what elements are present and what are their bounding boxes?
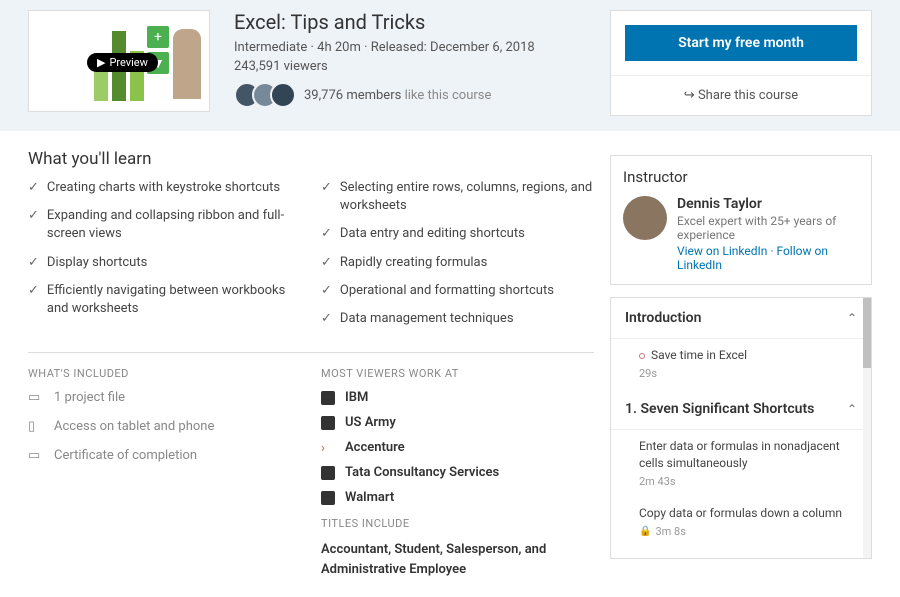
likes-row[interactable]: 39,776 members like this course: [234, 82, 594, 108]
included-label: WHAT'S INCLUDED: [28, 367, 301, 380]
toc-item[interactable]: Copy data or formulas down a column🔒 3m …: [611, 497, 871, 547]
company-item: Walmart: [321, 490, 594, 505]
avatar: [270, 82, 296, 108]
company-icon: [321, 391, 335, 405]
course-meta-line: Intermediate · 4h 20m · Released: Decemb…: [234, 40, 594, 55]
titles-text: Accountant, Student, Salesperson, and Ad…: [321, 540, 594, 579]
company-item: IBM: [321, 390, 594, 405]
included-icon: ▭: [28, 390, 44, 405]
course-thumbnail[interactable]: + ▼ ▶ Preview: [28, 10, 210, 112]
company-item: Tata Consultancy Services: [321, 465, 594, 480]
share-course-button[interactable]: ↪ Share this course: [611, 75, 871, 115]
learn-item: ✓Selecting entire rows, columns, regions…: [321, 179, 594, 215]
instructor-name[interactable]: Dennis Taylor: [677, 196, 859, 212]
learn-item: ✓Display shortcuts: [28, 254, 301, 272]
lock-icon: 🔒: [639, 525, 651, 539]
included-item: ▯Access on tablet and phone: [28, 419, 301, 434]
toc-item[interactable]: Instantly enter today's date or time🔒 3m…: [611, 547, 871, 558]
viewers-work-label: MOST VIEWERS WORK AT: [321, 367, 594, 380]
learn-item: ✓Rapidly creating formulas: [321, 254, 594, 272]
instructor-box: Instructor Dennis Taylor Excel expert wi…: [610, 155, 872, 285]
cta-box: Start my free month ↪ Share this course: [610, 10, 872, 116]
play-icon: ▶: [97, 56, 105, 69]
company-icon: ›: [321, 441, 335, 455]
instructor-label: Instructor: [623, 168, 859, 186]
company-item: ›Accenture: [321, 440, 594, 455]
company-item: US Army: [321, 415, 594, 430]
toc-box: Introduction⌃Save time in Excel29s1. Sev…: [610, 297, 872, 559]
check-icon: ✓: [321, 254, 332, 272]
check-icon: ✓: [28, 282, 39, 318]
check-icon: ✓: [28, 207, 39, 243]
company-icon: [321, 466, 335, 480]
learn-item: ✓Creating charts with keystroke shortcut…: [28, 179, 301, 197]
scrollbar[interactable]: [863, 298, 871, 558]
company-icon: [321, 416, 335, 430]
learn-item: ✓Operational and formatting shortcuts: [321, 282, 594, 300]
preview-button[interactable]: ▶ Preview: [87, 53, 158, 72]
presenter-figure: [173, 29, 201, 99]
check-icon: ✓: [321, 225, 332, 243]
chevron-up-icon: ⌃: [847, 402, 857, 416]
chevron-up-icon: ⌃: [847, 311, 857, 325]
viewers-count: 243,591 viewers: [234, 59, 594, 74]
company-icon: [321, 491, 335, 505]
toc-item[interactable]: Enter data or formulas in nonadjacent ce…: [611, 430, 871, 497]
learn-item: ✓Data entry and editing shortcuts: [321, 225, 594, 243]
view-linkedin-link[interactable]: View on LinkedIn: [677, 244, 767, 258]
course-title: Excel: Tips and Tricks: [234, 10, 594, 34]
included-icon: ▯: [28, 419, 44, 434]
titles-include-label: TITLES INCLUDE: [321, 517, 594, 530]
toc-section-header[interactable]: 1. Seven Significant Shortcuts⌃: [611, 389, 871, 430]
included-item: ▭1 project file: [28, 390, 301, 405]
learn-item: ✓Expanding and collapsing ribbon and ful…: [28, 207, 301, 243]
included-icon: ▭: [28, 448, 44, 463]
instructor-avatar[interactable]: [623, 196, 667, 240]
plus-icon: +: [147, 26, 169, 48]
check-icon: ✓: [28, 179, 39, 197]
learn-item: ✓Data management techniques: [321, 310, 594, 328]
share-icon: ↪: [684, 88, 695, 103]
instructor-subtitle: Excel expert with 25+ years of experienc…: [677, 214, 859, 242]
toc-item[interactable]: Save time in Excel29s: [611, 339, 871, 389]
preview-label: Preview: [109, 56, 147, 69]
check-icon: ✓: [321, 282, 332, 300]
included-item: ▭Certificate of completion: [28, 448, 301, 463]
check-icon: ✓: [321, 179, 332, 215]
toc-section-header[interactable]: Introduction⌃: [611, 298, 871, 339]
check-icon: ✓: [28, 254, 39, 272]
start-free-month-button[interactable]: Start my free month: [625, 25, 857, 61]
check-icon: ✓: [321, 310, 332, 328]
learn-item: ✓Efficiently navigating between workbook…: [28, 282, 301, 318]
learn-heading: What you'll learn: [28, 149, 594, 169]
